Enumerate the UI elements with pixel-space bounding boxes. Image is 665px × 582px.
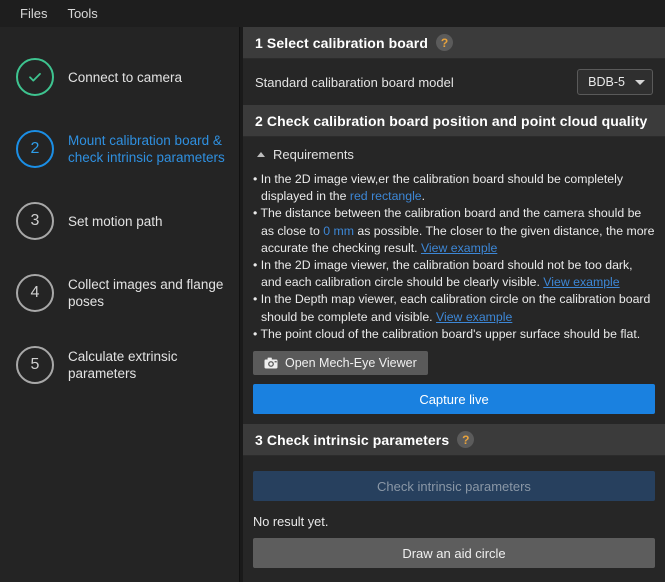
section-header-check-board-position: 2 Check calibration board position and p… bbox=[243, 105, 665, 137]
section3-title: 3 Check intrinsic parameters bbox=[255, 431, 450, 448]
steps-sidebar: Connect to camera 2 Mount calibration bo… bbox=[0, 27, 240, 582]
check-icon bbox=[29, 73, 41, 82]
step-status-circle-1 bbox=[16, 58, 54, 96]
step-status-circle-5: 5 bbox=[16, 346, 54, 384]
calibration-board-model-select[interactable]: BDB-5 bbox=[577, 69, 653, 95]
menu-bar: Files Tools bbox=[0, 0, 665, 27]
calibration-board-model-value: BDB-5 bbox=[588, 75, 625, 89]
menu-tools[interactable]: Tools bbox=[57, 3, 107, 25]
intrinsic-check-result-text: No result yet. bbox=[253, 514, 329, 530]
capture-live-button[interactable]: Capture live bbox=[253, 384, 655, 415]
step-status-circle-2: 2 bbox=[16, 130, 54, 168]
help-icon-section1[interactable]: ? bbox=[436, 34, 453, 51]
section-header-select-calibration-board: 1 Select calibration board ? bbox=[243, 27, 665, 59]
open-mech-eye-viewer-label: Open Mech-Eye Viewer bbox=[285, 356, 417, 371]
requirement-text: • In the 2D image view,er the calibratio… bbox=[253, 172, 624, 204]
step-status-circle-3: 3 bbox=[16, 202, 54, 240]
sidebar-step-label-2: Mount calibration board & check intrinsi… bbox=[68, 133, 225, 165]
chevron-down-icon bbox=[635, 79, 645, 85]
sidebar-step-mount-calibration-board[interactable]: 2 Mount calibration board & check intrin… bbox=[0, 113, 240, 185]
requirement-item: • The distance between the calibration b… bbox=[253, 205, 655, 257]
requirement-link[interactable]: 0 mm bbox=[323, 224, 354, 238]
sidebar-step-connect-to-camera[interactable]: Connect to camera bbox=[0, 41, 240, 113]
sidebar-step-label-1: Connect to camera bbox=[68, 69, 183, 85]
calibration-board-model-label: Standard calibaration board model bbox=[255, 74, 454, 90]
section1-title: 1 Select calibration board bbox=[255, 34, 428, 51]
view-example-link[interactable]: View example bbox=[436, 310, 512, 324]
requirement-text: . bbox=[421, 189, 426, 204]
chevron-up-icon bbox=[257, 151, 265, 157]
step-status-circle-4: 4 bbox=[16, 274, 54, 312]
section-header-check-intrinsic-parameters: 3 Check intrinsic parameters ? bbox=[243, 424, 665, 457]
requirement-item: • In the 2D image viewer, the calibratio… bbox=[253, 257, 655, 291]
sidebar-step-label-4: Collect images and flange poses bbox=[68, 277, 224, 309]
camera-icon bbox=[264, 357, 278, 369]
advanced-parameters-collapse-toggle[interactable]: Calibration circle detection parameters … bbox=[243, 578, 665, 582]
requirement-text: • The point cloud of the calibration boa… bbox=[253, 326, 641, 341]
requirements-list: • In the 2D image view,er the calibratio… bbox=[243, 167, 665, 343]
requirement-item: • In the 2D image view,er the calibratio… bbox=[253, 171, 655, 205]
view-example-link[interactable]: View example bbox=[421, 241, 497, 255]
calibration-board-model-row: Standard calibaration board model BDB-5 bbox=[243, 59, 665, 105]
sidebar-step-set-motion-path[interactable]: 3 Set motion path bbox=[0, 185, 240, 257]
section2-title: 2 Check calibration board position and p… bbox=[255, 112, 648, 129]
main-split: Connect to camera 2 Mount calibration bo… bbox=[0, 27, 665, 582]
sidebar-step-calculate-extrinsic[interactable]: 5 Calculate extrinsic parameters bbox=[0, 329, 240, 401]
requirements-label: Requirements bbox=[273, 146, 354, 162]
sidebar-step-label-3: Set motion path bbox=[68, 213, 163, 229]
wizard-content-panel: 1 Select calibration board ? Standard ca… bbox=[240, 27, 665, 582]
requirement-item: • The point cloud of the calibration boa… bbox=[253, 326, 655, 343]
check-intrinsic-parameters-button[interactable]: Check intrinsic parameters bbox=[253, 471, 655, 502]
sidebar-step-collect-images[interactable]: 4 Collect images and flange poses bbox=[0, 257, 240, 329]
view-example-link[interactable]: View example bbox=[543, 275, 619, 289]
requirement-link[interactable]: red rectangle bbox=[350, 189, 422, 203]
open-mech-eye-viewer-button[interactable]: Open Mech-Eye Viewer bbox=[253, 351, 428, 376]
draw-aid-circle-button[interactable]: Draw an aid circle bbox=[253, 538, 655, 569]
calibration-wizard-window: Files Tools Connect to camera 2 Mount ca… bbox=[0, 0, 665, 582]
menu-files[interactable]: Files bbox=[10, 3, 57, 25]
requirement-item: • In the Depth map viewer, each calibrat… bbox=[253, 291, 655, 325]
sidebar-step-label-5: Calculate extrinsic parameters bbox=[68, 349, 178, 381]
help-icon-section3[interactable]: ? bbox=[457, 431, 475, 449]
requirements-collapse-toggle[interactable]: Requirements bbox=[243, 141, 665, 167]
